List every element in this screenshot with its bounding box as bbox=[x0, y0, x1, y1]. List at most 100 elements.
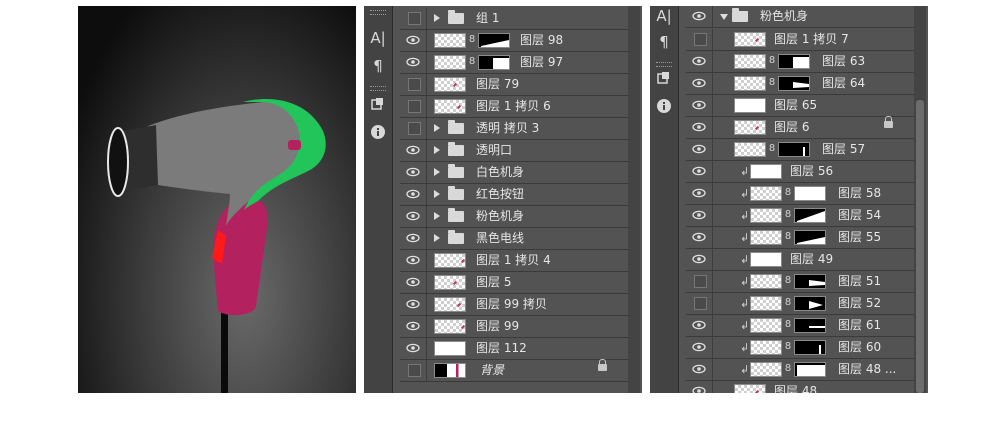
chain-link-icon[interactable]: 8 bbox=[768, 77, 776, 89]
eye-icon[interactable] bbox=[692, 142, 706, 156]
paragraph-icon[interactable]: ¶ bbox=[653, 32, 675, 52]
layer-mask-thumbnail[interactable] bbox=[794, 362, 826, 377]
toolstrip-grip[interactable] bbox=[370, 10, 386, 15]
layer-name[interactable]: 图层 97 bbox=[520, 52, 563, 73]
layer-mask-thumbnail[interactable] bbox=[794, 274, 826, 289]
layer-row[interactable]: 组 1 bbox=[400, 8, 628, 30]
layer-thumbnail[interactable] bbox=[434, 55, 466, 70]
scrollbar-main[interactable] bbox=[628, 6, 640, 393]
eye-icon[interactable] bbox=[692, 76, 706, 90]
layer-thumbnail[interactable] bbox=[734, 120, 766, 135]
layer-name[interactable]: 图层 99 bbox=[476, 316, 519, 337]
chain-link-icon[interactable]: 8 bbox=[784, 209, 792, 221]
layer-thumbnail[interactable] bbox=[434, 77, 466, 92]
layer-thumbnail[interactable] bbox=[434, 33, 466, 48]
layer-name[interactable]: 图层 1 拷贝 6 bbox=[476, 96, 551, 117]
paragraph-icon[interactable]: ¶ bbox=[367, 56, 389, 76]
group-header-row[interactable]: 粉色机身 bbox=[686, 6, 914, 28]
layer-thumbnail[interactable] bbox=[434, 253, 466, 268]
visibility-toggle[interactable] bbox=[408, 364, 421, 377]
scrollbar-group[interactable] bbox=[914, 6, 926, 393]
layer-row[interactable]: ↲ 图层 56 bbox=[686, 161, 914, 183]
layer-row[interactable]: ↲ 8 图层 61 bbox=[686, 315, 914, 337]
layer-row[interactable]: 8 图层 63 bbox=[686, 51, 914, 73]
eye-icon[interactable] bbox=[692, 340, 706, 354]
character-icon[interactable]: A| bbox=[367, 28, 389, 48]
layer-row[interactable]: 图层 48 bbox=[686, 381, 914, 393]
eye-icon[interactable] bbox=[692, 98, 706, 112]
layer-row[interactable]: 图层 112 bbox=[400, 338, 628, 360]
eye-icon[interactable] bbox=[406, 187, 420, 201]
eye-icon[interactable] bbox=[406, 33, 420, 47]
eye-icon[interactable] bbox=[692, 230, 706, 244]
layer-name[interactable]: 图层 57 bbox=[822, 139, 865, 160]
layer-mask-thumbnail[interactable] bbox=[794, 186, 826, 201]
expand-arrow-icon[interactable] bbox=[434, 14, 440, 22]
layer-mask-thumbnail[interactable] bbox=[794, 296, 826, 311]
chain-link-icon[interactable]: 8 bbox=[468, 56, 476, 68]
eye-icon[interactable] bbox=[692, 384, 706, 393]
toolstrip-grip[interactable] bbox=[656, 62, 672, 67]
layer-mask-thumbnail[interactable] bbox=[794, 318, 826, 333]
layer-thumbnail[interactable] bbox=[750, 296, 782, 311]
layer-row[interactable]: 图层 99 bbox=[400, 316, 628, 338]
layer-name[interactable]: 图层 56 bbox=[790, 161, 833, 182]
layer-thumbnail[interactable] bbox=[750, 186, 782, 201]
layer-name[interactable]: 组 1 bbox=[476, 8, 499, 29]
layer-row[interactable]: 8 图层 64 bbox=[686, 73, 914, 95]
layer-row[interactable]: 图层 1 拷贝 4 bbox=[400, 250, 628, 272]
layer-name[interactable]: 图层 6 bbox=[774, 117, 809, 138]
layer-name[interactable]: 背景 bbox=[480, 360, 504, 381]
chain-link-icon[interactable]: 8 bbox=[468, 34, 476, 46]
layer-name[interactable]: 粉色机身 bbox=[476, 206, 524, 227]
info-icon[interactable] bbox=[653, 98, 675, 118]
layer-row[interactable]: 透明 拷贝 3 bbox=[400, 118, 628, 140]
layer-row[interactable]: ↲ 8 图层 52 bbox=[686, 293, 914, 315]
visibility-toggle[interactable] bbox=[408, 100, 421, 113]
chain-link-icon[interactable]: 8 bbox=[784, 363, 792, 375]
layer-mask-thumbnail[interactable] bbox=[478, 33, 510, 48]
layer-row[interactable]: ↲ 图层 49 bbox=[686, 249, 914, 271]
layer-row[interactable]: 图层 1 拷贝 7 bbox=[686, 29, 914, 51]
layer-name[interactable]: 图层 64 bbox=[822, 73, 865, 94]
chain-link-icon[interactable]: 8 bbox=[784, 319, 792, 331]
eye-icon[interactable] bbox=[406, 253, 420, 267]
toolstrip-grip-2[interactable] bbox=[370, 86, 386, 91]
layer-row[interactable]: 图层 6 bbox=[686, 116, 914, 139]
layer-mask-thumbnail[interactable] bbox=[778, 142, 810, 157]
layer-name[interactable]: 图层 54 bbox=[838, 205, 881, 226]
expand-arrow-icon[interactable] bbox=[720, 14, 728, 20]
eye-icon[interactable] bbox=[692, 54, 706, 68]
eye-icon[interactable] bbox=[406, 341, 420, 355]
layer-name[interactable]: 图层 60 bbox=[838, 337, 881, 358]
expand-arrow-icon[interactable] bbox=[434, 234, 440, 242]
layer-mask-thumbnail[interactable] bbox=[794, 230, 826, 245]
layer-thumbnail[interactable] bbox=[750, 274, 782, 289]
layer-name[interactable]: 透明 拷贝 3 bbox=[476, 118, 539, 139]
layer-mask-thumbnail[interactable] bbox=[478, 55, 510, 70]
visibility-toggle[interactable] bbox=[408, 12, 421, 25]
layer-name[interactable]: 白色机身 bbox=[476, 162, 524, 183]
layer-name[interactable]: 图层 99 拷贝 bbox=[476, 294, 547, 315]
layer-row[interactable]: 白色机身 bbox=[400, 162, 628, 184]
chain-link-icon[interactable]: 8 bbox=[784, 275, 792, 287]
layer-row[interactable]: 红色按钮 bbox=[400, 184, 628, 206]
chain-link-icon[interactable]: 8 bbox=[768, 55, 776, 67]
cube-icon[interactable] bbox=[367, 96, 389, 116]
layer-row[interactable]: 图层 5 bbox=[400, 272, 628, 294]
eye-icon[interactable] bbox=[406, 231, 420, 245]
eye-icon[interactable] bbox=[406, 275, 420, 289]
visibility-toggle[interactable] bbox=[694, 33, 707, 46]
eye-icon[interactable] bbox=[692, 164, 706, 178]
layer-name[interactable]: 图层 79 bbox=[476, 74, 519, 95]
layer-row[interactable]: ↲ 8 图层 48 ... bbox=[686, 359, 914, 381]
eye-icon[interactable] bbox=[406, 143, 420, 157]
eye-icon[interactable] bbox=[406, 319, 420, 333]
layer-name[interactable]: 图层 55 bbox=[838, 227, 881, 248]
layer-row[interactable]: 黑色电线 bbox=[400, 228, 628, 250]
layer-mask-thumbnail[interactable] bbox=[794, 340, 826, 355]
eye-icon[interactable] bbox=[692, 186, 706, 200]
layer-row[interactable]: ↲ 8 图层 60 bbox=[686, 337, 914, 359]
info-icon[interactable] bbox=[367, 124, 389, 144]
scrollbar-thumb[interactable] bbox=[916, 100, 924, 393]
